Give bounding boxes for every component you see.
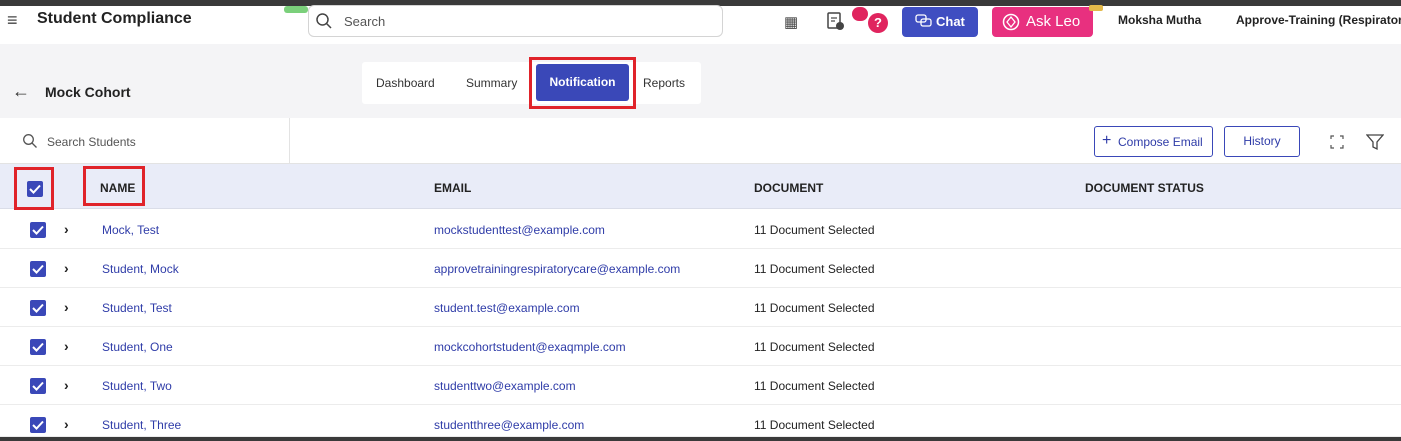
- checkmark-icon: [32, 225, 44, 235]
- student-name[interactable]: Student, One: [102, 340, 173, 354]
- checkmark-icon: [29, 184, 41, 194]
- student-email[interactable]: mockstudenttest@example.com: [434, 223, 605, 237]
- table-row[interactable]: › Student, Mock approvetrainingrespirato…: [0, 249, 1401, 288]
- document-count: 11 Document Selected: [754, 418, 875, 432]
- new-badge: [284, 6, 308, 13]
- row-checkbox[interactable]: [30, 378, 46, 394]
- column-header-name[interactable]: NAME: [100, 181, 135, 195]
- table-row[interactable]: › Student, One mockcohortstudent@exaqmpl…: [0, 327, 1401, 366]
- fullscreen-icon[interactable]: [1330, 135, 1344, 149]
- column-header-document[interactable]: DOCUMENT: [754, 181, 823, 195]
- student-name[interactable]: Student, Mock: [102, 262, 179, 276]
- student-email[interactable]: student.test@example.com: [434, 301, 580, 315]
- chevron-right-icon[interactable]: ›: [64, 299, 69, 315]
- beta-badge: [1089, 5, 1103, 11]
- user-role[interactable]: Approve-Training (RespiratoryCare): [1236, 13, 1401, 27]
- cohort-title: Mock Cohort: [45, 84, 131, 100]
- document-check-icon[interactable]: [826, 11, 846, 31]
- compose-email-button[interactable]: + Compose Email: [1094, 126, 1213, 157]
- chat-bubble-icon: [915, 14, 932, 27]
- checkmark-icon: [32, 342, 44, 352]
- row-checkbox[interactable]: [30, 222, 46, 238]
- chat-button[interactable]: Chat: [902, 7, 978, 37]
- row-checkbox[interactable]: [30, 339, 46, 355]
- checkmark-icon: [32, 303, 44, 313]
- table-row[interactable]: › Student, Test student.test@example.com…: [0, 288, 1401, 327]
- chevron-right-icon[interactable]: ›: [64, 416, 69, 432]
- ask-leo-button[interactable]: Ask Leo: [992, 7, 1093, 37]
- checkmark-icon: [32, 264, 44, 274]
- chevron-right-icon[interactable]: ›: [64, 338, 69, 354]
- document-count: 11 Document Selected: [754, 379, 875, 393]
- column-header-document-status[interactable]: DOCUMENT STATUS: [1085, 181, 1204, 195]
- search-students-input[interactable]: Search Students: [47, 135, 136, 149]
- help-icon: ?: [868, 13, 888, 33]
- table-row[interactable]: › Student, Two studenttwo@example.com 11…: [0, 366, 1401, 405]
- app-title: Student Compliance: [37, 10, 192, 27]
- notification-badge: [852, 7, 868, 21]
- table-row[interactable]: › Student, Three studentthree@example.co…: [0, 405, 1401, 437]
- student-name[interactable]: Mock, Test: [102, 223, 159, 237]
- chevron-right-icon[interactable]: ›: [64, 221, 69, 237]
- toolbar-divider: [289, 118, 290, 164]
- history-button[interactable]: History: [1224, 126, 1300, 157]
- user-name[interactable]: Moksha Mutha: [1118, 13, 1201, 27]
- column-header-email[interactable]: EMAIL: [434, 181, 471, 195]
- document-count: 11 Document Selected: [754, 223, 875, 237]
- document-count: 11 Document Selected: [754, 301, 875, 315]
- ask-leo-label: Ask Leo: [1026, 13, 1081, 30]
- back-arrow-icon[interactable]: ←: [12, 81, 30, 102]
- student-name[interactable]: Student, Three: [102, 418, 181, 432]
- search-placeholder: Search: [344, 14, 386, 29]
- student-email[interactable]: studentthree@example.com: [434, 418, 584, 432]
- tab-dashboard[interactable]: Dashboard: [376, 76, 435, 90]
- plus-icon: +: [1102, 132, 1112, 149]
- document-count: 11 Document Selected: [754, 340, 875, 354]
- chevron-right-icon[interactable]: ›: [64, 377, 69, 393]
- student-name[interactable]: Student, Two: [102, 379, 172, 393]
- tab-notification[interactable]: Notification: [536, 64, 629, 101]
- chevron-right-icon[interactable]: ›: [64, 260, 69, 276]
- student-email[interactable]: mockcohortstudent@exaqmple.com: [434, 340, 626, 354]
- document-count: 11 Document Selected: [754, 262, 875, 276]
- apps-grid-icon[interactable]: ▦: [784, 13, 798, 31]
- checkmark-icon: [32, 381, 44, 391]
- student-name[interactable]: Student, Test: [102, 301, 172, 315]
- row-checkbox[interactable]: [30, 300, 46, 316]
- row-checkbox[interactable]: [30, 261, 46, 277]
- search-icon: [316, 13, 332, 29]
- window-bottom-edge: [0, 437, 1401, 441]
- help-button[interactable]: ?: [847, 4, 888, 38]
- row-checkbox[interactable]: [30, 417, 46, 433]
- compose-email-label: Compose Email: [1118, 135, 1203, 149]
- student-email[interactable]: studenttwo@example.com: [434, 379, 576, 393]
- search-students-icon: [23, 134, 37, 148]
- hamburger-menu-icon[interactable]: ≡: [7, 10, 18, 31]
- checkmark-icon: [32, 420, 44, 430]
- select-all-checkbox[interactable]: [27, 181, 43, 197]
- student-email[interactable]: approvetrainingrespiratorycare@example.c…: [434, 262, 680, 276]
- filter-icon[interactable]: [1366, 133, 1384, 151]
- tab-reports[interactable]: Reports: [643, 76, 685, 90]
- global-search-input[interactable]: Search: [308, 5, 723, 37]
- table-row[interactable]: › Mock, Test mockstudenttest@example.com…: [0, 210, 1401, 249]
- tab-summary[interactable]: Summary: [466, 76, 517, 90]
- chat-label: Chat: [936, 14, 965, 29]
- leo-logo-icon: [1002, 13, 1020, 31]
